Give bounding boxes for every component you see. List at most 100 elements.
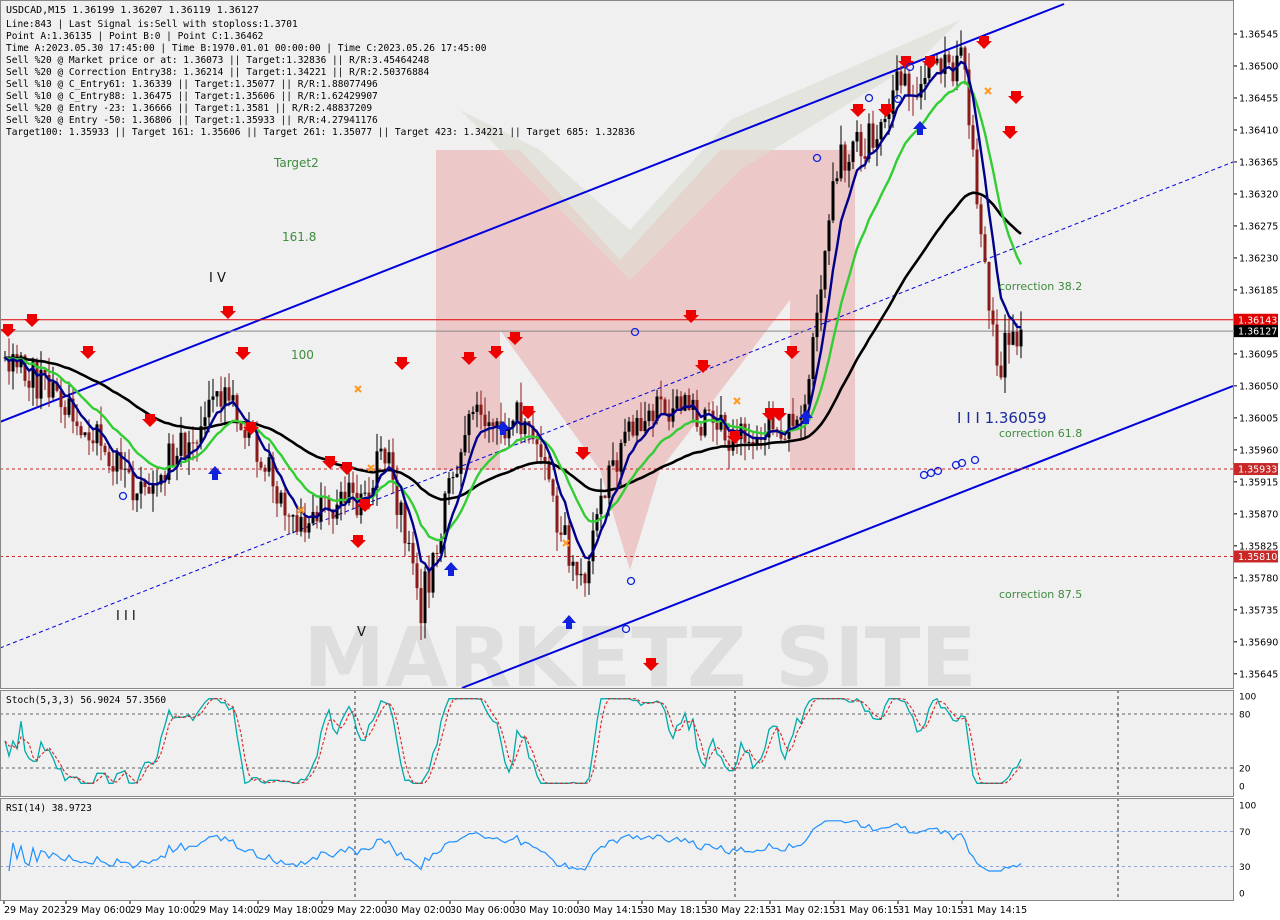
price-tick-label: 1.36320 bbox=[1239, 189, 1278, 200]
candle-body bbox=[275, 486, 279, 504]
candle-body bbox=[287, 515, 291, 517]
candle-body bbox=[491, 422, 495, 427]
correction-618-label: correction 61.8 bbox=[999, 427, 1082, 440]
correction-382-label: correction 38.2 bbox=[999, 280, 1082, 293]
candle-body bbox=[351, 482, 355, 493]
candle-body bbox=[975, 149, 979, 205]
wave-level-label: I I I 1.36059 bbox=[957, 409, 1047, 427]
candle-body bbox=[583, 573, 587, 584]
candle-body bbox=[855, 131, 859, 142]
time-tick-label: 29 May 14:00 bbox=[194, 905, 259, 916]
candle-body bbox=[299, 516, 303, 532]
correction-875-label: correction 87.5 bbox=[999, 588, 1082, 601]
candle-body bbox=[479, 404, 483, 415]
candle-body bbox=[1019, 329, 1023, 347]
candle-body bbox=[139, 481, 143, 494]
time-tick-label: 29 May 2023 bbox=[4, 905, 66, 916]
price-tick-label: 1.35915 bbox=[1239, 477, 1278, 488]
candle-body bbox=[1011, 331, 1015, 345]
candle-body bbox=[983, 234, 987, 263]
candle-body bbox=[319, 496, 323, 522]
time-tick-label: 29 May 22:00 bbox=[322, 905, 387, 916]
candle-body bbox=[447, 478, 451, 494]
candle-body bbox=[307, 523, 311, 533]
candle-body bbox=[659, 396, 663, 400]
candle-body bbox=[151, 485, 155, 494]
price-tick-label: 1.35870 bbox=[1239, 509, 1278, 520]
candle-body bbox=[851, 141, 855, 162]
candle-body bbox=[1015, 331, 1019, 347]
price-tick-label: 1.36545 bbox=[1239, 29, 1278, 40]
info-line: Point A:1.36135 | Point B:0 | Point C:1.… bbox=[6, 31, 263, 42]
candle-body bbox=[575, 561, 579, 576]
candle-body bbox=[379, 448, 383, 452]
candle-body bbox=[995, 324, 999, 366]
time-tick-label: 30 May 02:00 bbox=[386, 905, 451, 916]
trading-chart[interactable]: MARKETZ SITE Target2 161.8 100 I V I I I… bbox=[0, 0, 1280, 920]
candle-body bbox=[883, 118, 887, 122]
candle-body bbox=[543, 456, 547, 462]
candle-body bbox=[923, 78, 927, 84]
candle-body bbox=[431, 553, 435, 593]
candle-body bbox=[471, 412, 475, 415]
candle-body bbox=[979, 204, 983, 235]
candle-body bbox=[463, 435, 467, 453]
candle-body bbox=[895, 71, 899, 91]
candle-body bbox=[239, 423, 243, 431]
candle-body bbox=[303, 516, 307, 533]
candle-body bbox=[599, 495, 603, 515]
candle-body bbox=[207, 399, 211, 418]
candle-body bbox=[947, 54, 951, 63]
price-marker-label: 1.35810 bbox=[1238, 552, 1277, 563]
candle-body bbox=[131, 472, 135, 501]
price-tick-label: 1.36275 bbox=[1239, 221, 1278, 232]
candle-body bbox=[107, 452, 111, 467]
stoch-label: Stoch(5,3,3) 56.9024 57.3560 bbox=[6, 695, 166, 706]
candle-body bbox=[619, 442, 623, 472]
wave-v-label: V bbox=[357, 625, 366, 640]
candle-body bbox=[607, 465, 611, 498]
time-tick-label: 29 May 18:00 bbox=[258, 905, 323, 916]
candle-body bbox=[651, 410, 655, 421]
candle-body bbox=[91, 440, 95, 444]
candle-body bbox=[123, 468, 127, 470]
candle-body bbox=[839, 144, 843, 179]
candle-body bbox=[611, 460, 615, 466]
candle-body bbox=[475, 404, 479, 413]
candle-body bbox=[827, 220, 831, 252]
candle-body bbox=[415, 563, 419, 589]
price-tick-label: 1.36185 bbox=[1239, 285, 1278, 296]
candle-body bbox=[427, 571, 431, 593]
candle-body bbox=[747, 441, 751, 443]
candle-body bbox=[223, 387, 227, 407]
candle-body bbox=[999, 365, 1003, 378]
candle-body bbox=[907, 73, 911, 96]
candle-body bbox=[831, 181, 835, 221]
candle-body bbox=[1003, 332, 1007, 378]
candle-body bbox=[63, 407, 67, 415]
price-tick-label: 1.36050 bbox=[1239, 381, 1278, 392]
candle-body bbox=[67, 398, 71, 415]
candle-body bbox=[103, 445, 107, 453]
stoch-level-label: 100 bbox=[1239, 693, 1256, 703]
candle-body bbox=[115, 452, 119, 472]
candle-body bbox=[203, 417, 207, 427]
candle-body bbox=[291, 515, 295, 517]
candle-body bbox=[459, 452, 463, 474]
candle-body bbox=[615, 460, 619, 472]
candle-body bbox=[135, 493, 139, 501]
candle-body bbox=[559, 532, 563, 535]
candle-body bbox=[227, 387, 231, 401]
candle-body bbox=[699, 426, 703, 436]
candle-body bbox=[467, 414, 471, 436]
info-line: Sell %20 @ Entry -50: 1.36806 || Target:… bbox=[6, 115, 378, 126]
candle-body bbox=[407, 542, 411, 544]
candle-body bbox=[555, 495, 559, 533]
candle-body bbox=[487, 422, 491, 427]
candle-body bbox=[195, 442, 199, 444]
candle-body bbox=[27, 380, 31, 388]
candle-body bbox=[647, 410, 651, 422]
candle-body bbox=[959, 47, 963, 56]
candle-body bbox=[899, 71, 903, 86]
candle-body bbox=[799, 417, 803, 420]
